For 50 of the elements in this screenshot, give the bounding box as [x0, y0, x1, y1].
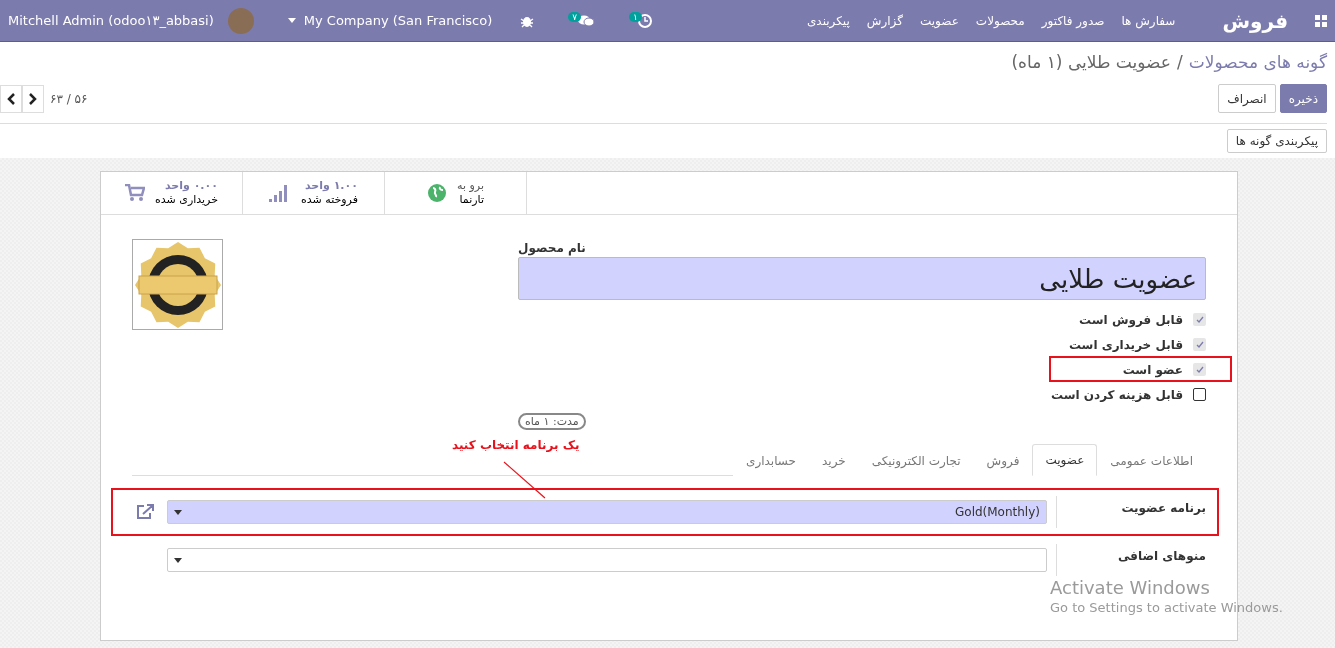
external-link-icon[interactable] — [136, 504, 154, 520]
shopping-cart-icon — [125, 184, 146, 202]
company-switcher[interactable]: My Company (San Francisco) — [303, 13, 493, 28]
app-name[interactable]: فروش — [1222, 8, 1288, 33]
save-button[interactable]: ذخیره — [1279, 84, 1327, 113]
activation-title: Activate Windows — [1050, 577, 1211, 598]
checkbox[interactable] — [1193, 313, 1206, 326]
activation-hint: Go to Settings to activate Windows. — [1050, 600, 1283, 615]
field-label: منوهای اضافی — [1056, 544, 1206, 576]
dropdown-field[interactable]: Gold(Monthly) — [167, 500, 1047, 524]
app-grid-icon[interactable] — [1315, 14, 1327, 27]
breadcrumb-separator: / — [1176, 52, 1183, 72]
menu-item[interactable]: صدور فاکتور — [1041, 13, 1105, 28]
message-count: ۷ — [568, 11, 582, 22]
clock-icon[interactable] — [637, 13, 652, 28]
annotation-line — [502, 460, 547, 500]
globe-icon — [427, 183, 448, 203]
checkbox[interactable] — [1193, 388, 1206, 401]
menu-item[interactable]: پیکربندی — [806, 13, 850, 28]
chat-icon[interactable] — [577, 13, 596, 28]
breadcrumb-link[interactable]: گونه های محصولات — [1188, 52, 1327, 72]
menu-item[interactable]: گزارش — [866, 13, 903, 28]
checkbox[interactable] — [1193, 338, 1206, 351]
previous-button[interactable] — [0, 84, 22, 113]
field-label: برنامه عضویت — [1056, 496, 1206, 528]
pager-counter: ۶۳ / ۵۶ — [50, 91, 88, 106]
product-name-field[interactable]: عضویت طلایی — [518, 257, 1206, 300]
chevron-right-icon — [29, 92, 37, 105]
activity-count: ۱ — [629, 11, 642, 22]
chevron-left-icon — [7, 92, 15, 105]
menu-item[interactable]: عضویت — [919, 13, 959, 28]
dropdown-field[interactable] — [167, 548, 1047, 572]
caret-icon[interactable] — [174, 557, 182, 563]
breadcrumb-current: عضویت طلایی (۱ ماه) — [1011, 52, 1171, 72]
user-name[interactable]: Mitchell Admin (odoo۱۳_abbasi) — [8, 13, 214, 28]
next-button[interactable] — [22, 84, 44, 113]
caret-icon[interactable] — [174, 509, 182, 515]
annotation-text: یک برنامه انتخاب کنید — [452, 438, 580, 452]
tab[interactable]: عضویت — [1032, 444, 1098, 476]
checkbox-label: قابل خریداری است — [1068, 337, 1183, 352]
field-label: نام محصول — [518, 241, 586, 255]
configure-variants-button[interactable]: پیکربندی گونه ها — [1226, 129, 1327, 153]
checkbox-label: عضو است — [1122, 362, 1183, 377]
menu-item[interactable]: محصولات — [975, 13, 1025, 28]
menu-item[interactable]: سفارش ها — [1121, 13, 1176, 28]
discard-button[interactable]: انصراف — [1218, 84, 1276, 113]
checkbox-label: قابل هزینه کردن است — [1050, 387, 1183, 402]
checkbox[interactable] — [1193, 363, 1206, 376]
checkbox-label: قابل فروش است — [1079, 312, 1183, 327]
duration-badge: مدت: ۱ ماه — [518, 413, 586, 430]
